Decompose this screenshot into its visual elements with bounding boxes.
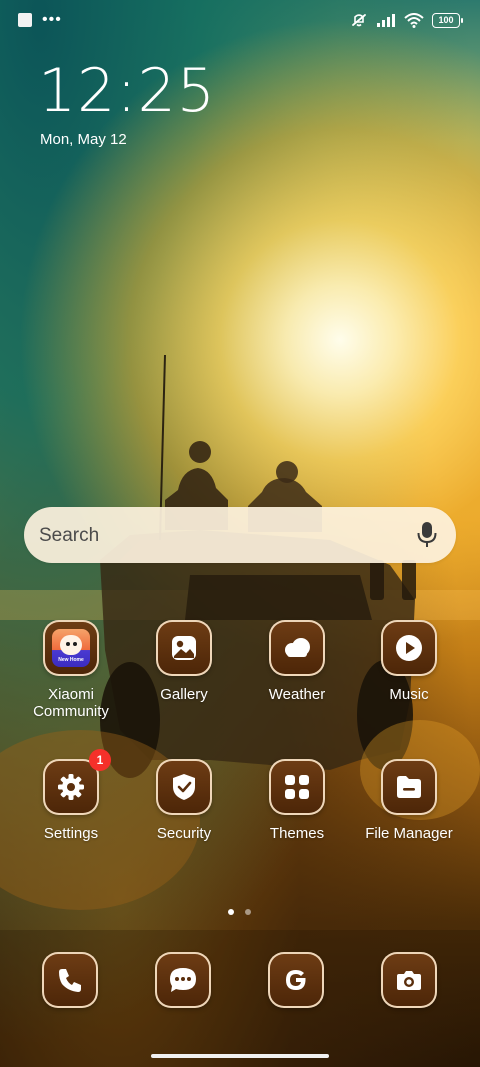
status-bar: ••• 100 [0,0,480,42]
gear-icon[interactable]: 1 [43,749,111,815]
phone-icon[interactable] [42,952,98,1008]
app-label: Music [389,686,429,703]
camera-icon[interactable] [381,952,437,1008]
app-file-manager[interactable]: File Manager [353,759,465,842]
dock-google[interactable] [268,952,324,1008]
more-notifications-icon: ••• [42,11,62,28]
app-label: Security [156,825,212,842]
music-icon[interactable] [381,620,437,676]
page-dot-1[interactable] [228,909,234,915]
cellular-signal-icon [377,14,395,27]
clock-date: Mon, May 12 [40,131,127,148]
search-bar[interactable]: Search [24,507,456,563]
xiaomi-community-logo: New Home [52,629,90,667]
app-label: Themes [269,825,325,842]
home-screen: ••• 100 12:25 Mon, May 12 Search New Hom… [0,0,480,1067]
folder-icon[interactable] [381,759,437,815]
wifi-icon [404,12,424,28]
xiaomi-community-icon[interactable]: New Home [43,620,99,676]
status-bar-left: ••• [18,11,62,28]
battery-icon: 100 [432,12,463,28]
app-label: Gallery [160,686,208,703]
xiaomi-community-tag: New Home [58,657,84,663]
page-indicator [228,909,251,915]
screenshot-indicator-icon [18,13,32,27]
search-placeholder: Search [39,525,100,546]
page-dot-2[interactable] [245,909,251,915]
google-icon[interactable] [268,952,324,1008]
app-weather[interactable]: Weather [241,620,353,703]
app-music[interactable]: Music [353,620,465,703]
microphone-icon[interactable] [416,521,438,549]
notification-badge: 1 [89,749,111,771]
vibrate-off-icon [352,14,366,27]
app-settings[interactable]: 1 Settings [15,749,127,842]
app-label: Settings [43,825,99,842]
messages-icon[interactable] [155,952,211,1008]
status-bar-right: 100 [350,12,463,28]
themes-icon[interactable] [269,759,325,815]
app-label: Xiaomi Community [33,686,109,720]
app-gallery[interactable]: Gallery [128,620,240,703]
app-label: Weather [268,686,326,703]
app-themes[interactable]: Themes [241,759,353,842]
clock-time: 12:25 [38,56,216,126]
dock-camera[interactable] [381,952,437,1008]
app-label: File Manager [365,825,453,842]
home-indicator[interactable] [151,1054,329,1058]
gallery-icon[interactable] [156,620,212,676]
app-xiaomi-community[interactable]: New Home Xiaomi Community [15,620,127,720]
weather-icon[interactable] [269,620,325,676]
app-security[interactable]: Security [128,759,240,842]
shield-icon[interactable] [156,759,212,815]
dock-messages[interactable] [155,952,211,1008]
dock-phone[interactable] [42,952,98,1008]
